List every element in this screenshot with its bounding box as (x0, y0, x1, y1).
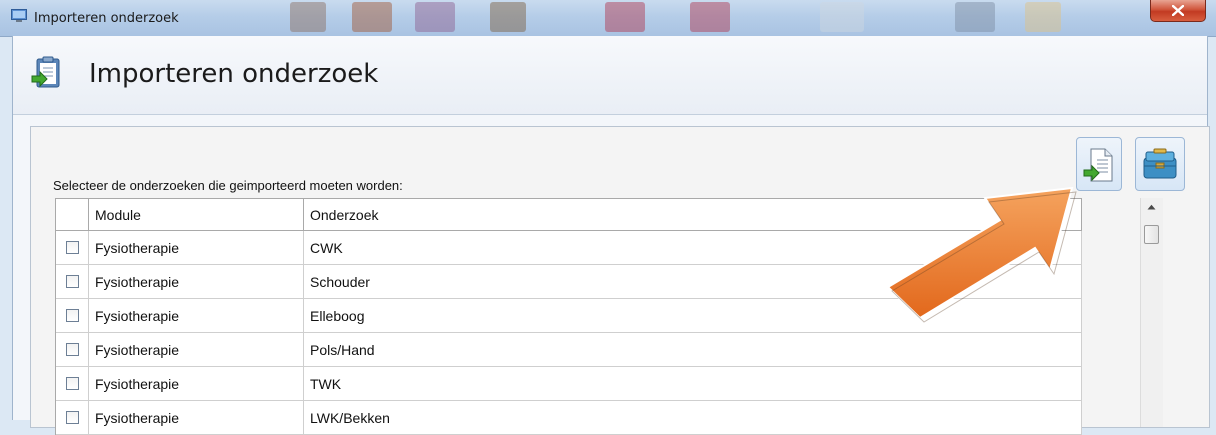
background-taskbar-icon (290, 2, 326, 32)
background-taskbar-icon (820, 2, 864, 32)
close-icon (1172, 5, 1184, 16)
toolbox-button[interactable] (1135, 137, 1185, 191)
background-taskbar-icon (1025, 2, 1061, 32)
onderzoek-cell: TWK (304, 367, 1082, 400)
module-cell: Fysiotherapie (89, 231, 304, 264)
row-select-cell (56, 367, 89, 400)
background-taskbar-icon (415, 2, 455, 32)
background-taskbar-icon (490, 2, 526, 32)
app-window-icon (11, 9, 27, 22)
row-checkbox[interactable] (65, 343, 79, 356)
row-checkbox[interactable] (65, 411, 79, 424)
row-select-cell (56, 299, 89, 332)
row-checkbox[interactable] (65, 309, 79, 322)
row-select-cell (56, 333, 89, 366)
scroll-up-button[interactable] (1141, 198, 1163, 216)
module-cell: Fysiotherapie (89, 265, 304, 298)
import-button[interactable] (1076, 137, 1122, 191)
chevron-up-icon (1147, 204, 1156, 210)
instruction-text: Selecteer de onderzoeken die geimporteer… (53, 178, 403, 193)
header-select-cell (56, 199, 89, 230)
window-title: Importeren onderzoek (34, 11, 179, 26)
module-cell: Fysiotherapie (89, 401, 304, 434)
import-document-icon (1083, 148, 1113, 182)
row-select-cell (56, 401, 89, 434)
background-taskbar-icon (352, 2, 392, 32)
module-cell: Fysiotherapie (89, 367, 304, 400)
row-checkbox[interactable] (65, 377, 79, 390)
onderzoek-cell: Pols/Hand (304, 333, 1082, 366)
table-row[interactable]: Fysiotherapie Pols/Hand (56, 333, 1082, 367)
row-checkbox[interactable] (65, 275, 79, 288)
dialog-title: Importeren onderzoek (89, 59, 379, 89)
row-select-cell (56, 231, 89, 264)
toolbox-icon (1143, 148, 1177, 179)
orange-arrow-annotation (886, 186, 1077, 323)
import-clipboard-icon (31, 56, 60, 88)
dialog-header: Importeren onderzoek (13, 36, 1207, 115)
onderzoek-cell: LWK/Bekken (304, 401, 1082, 434)
window-titlebar: Importeren onderzoek (0, 0, 1216, 37)
grid-vertical-scrollbar[interactable] (1140, 198, 1163, 427)
background-taskbar-icon (690, 2, 730, 32)
close-button[interactable] (1150, 0, 1206, 22)
table-row[interactable]: Fysiotherapie LWK/Bekken (56, 401, 1082, 435)
background-taskbar-icon (605, 2, 645, 32)
row-checkbox[interactable] (65, 241, 79, 254)
row-select-cell (56, 265, 89, 298)
scrollbar-thumb[interactable] (1144, 225, 1159, 244)
background-taskbar-icon (955, 2, 995, 32)
table-row[interactable]: Fysiotherapie TWK (56, 367, 1082, 401)
module-cell: Fysiotherapie (89, 333, 304, 366)
column-header-module[interactable]: Module (89, 199, 304, 230)
module-cell: Fysiotherapie (89, 299, 304, 332)
